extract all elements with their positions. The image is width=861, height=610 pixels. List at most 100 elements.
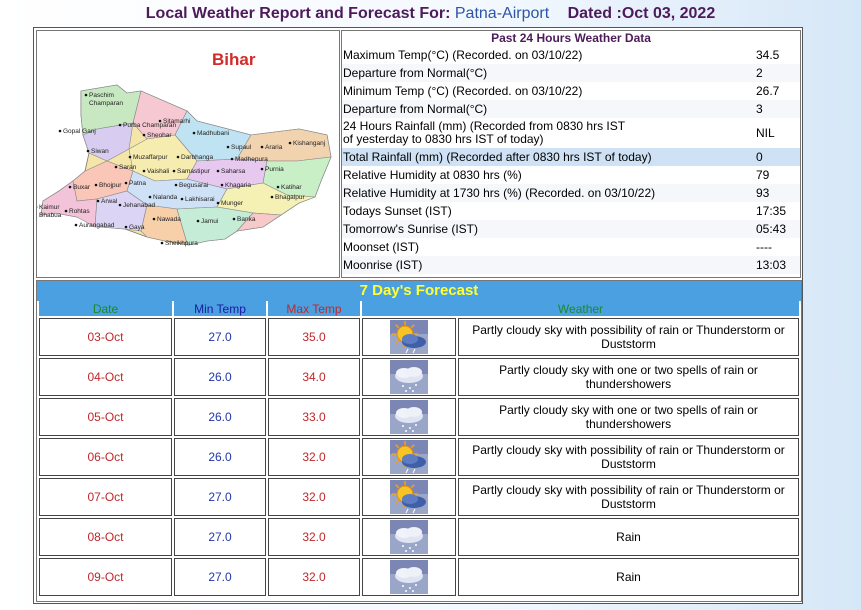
forecast-row: 08-Oct 27.0 32.0 Rain: [39, 518, 799, 556]
district-label: Arwal: [101, 198, 118, 205]
district-label: Sheohar: [147, 132, 172, 139]
col-header-weather: Weather: [362, 301, 799, 316]
district-marker: [158, 119, 162, 123]
district-marker: [86, 149, 90, 153]
past-row-24h-rainfall: 24 Hours Rainfall (mm) (Recorded from 08…: [342, 118, 800, 148]
forecast-body: 03-Oct 27.0 35.0 Partly cloudy sky with pos…: [39, 318, 799, 596]
past-label: Departure from Normal(°C): [343, 101, 488, 116]
district-label: Nawada: [157, 216, 181, 223]
forecast-max-temp: 32.0: [268, 558, 360, 596]
district-marker: [226, 145, 230, 149]
past-value: 26.7: [756, 84, 780, 98]
forecast-weather-text: Rain: [458, 558, 799, 596]
forecast-min-temp: 26.0: [174, 438, 266, 476]
past-label: 24 Hours Rainfall (mm) (Recorded from 08…: [342, 120, 756, 146]
district-marker: [114, 165, 118, 169]
sun-cloud-rain-icon: [390, 320, 428, 354]
district-marker: [192, 131, 196, 135]
district-marker: [124, 181, 128, 185]
district-label: Purnia: [265, 166, 284, 173]
district-label: Aurangabad: [79, 222, 115, 229]
district-label: Rohtas: [69, 208, 90, 215]
district-marker: [270, 195, 274, 199]
district-label: Supaul: [231, 144, 252, 151]
district-marker: [128, 155, 132, 159]
forecast-row: 05-Oct 26.0 33.0 Partly cloudy sky with one…: [39, 398, 799, 436]
past-label: Todays Sunset (IST): [343, 203, 452, 218]
forecast-row: 07-Oct 27.0 32.0 Partly cloudy sky with pos…: [39, 478, 799, 516]
past-row-min-departure: Departure from Normal(°C) 3: [342, 100, 800, 118]
district-label: Madhubani: [197, 130, 229, 137]
past-label: Minimum Temp (°C) (Recorded. on 03/10/22…: [343, 83, 583, 98]
district-label: Khagaria: [225, 182, 251, 189]
district-marker: [118, 123, 122, 127]
forecast-date: 09-Oct: [39, 558, 172, 596]
cloud-rain-icon: [390, 520, 428, 554]
district-label: Saran: [119, 164, 137, 171]
forecast-weather-text: Rain: [458, 518, 799, 556]
past-label: Moonrise (IST): [343, 257, 423, 272]
past-row-sunset: Todays Sunset (IST) 17:35: [342, 202, 800, 220]
forecast-min-temp: 27.0: [174, 518, 266, 556]
past-value: 34.5: [756, 48, 780, 62]
forecast-max-temp: 35.0: [268, 318, 360, 356]
forecast-panel: 7 Day's Forecast Date Min Temp Max Temp …: [36, 280, 802, 602]
forecast-min-temp: 26.0: [174, 358, 266, 396]
forecast-weather-text: Partly cloudy sky with possibility of ra…: [458, 318, 799, 356]
past-label-line2: of yesterday to 0830 hrs IST of today): [343, 132, 544, 146]
forecast-icon-cell: [362, 318, 456, 356]
district-label: Siwan: [91, 148, 109, 155]
forecast-min-temp: 27.0: [174, 318, 266, 356]
district-marker: [160, 241, 164, 245]
bihar-map-panel: Bihar Paschim Champaran Purba Champaran Sit…: [34, 30, 340, 278]
forecast-min-temp: 26.0: [174, 398, 266, 436]
district-label: Gaya: [129, 224, 145, 231]
past-label: Moonset (IST): [343, 239, 420, 254]
sun-cloud-rain-icon: [390, 440, 428, 474]
past-value: 93: [756, 186, 770, 200]
district-label: Lakhisarai: [185, 196, 215, 203]
district-label: Nalanda: [153, 194, 178, 201]
district-label: Jehanabad: [123, 202, 156, 209]
forecast-title: 7 Day's Forecast: [37, 281, 801, 301]
forecast-icon-cell: [362, 358, 456, 396]
header-location: Patna-Airport: [454, 5, 550, 22]
page-header: Local Weather Report and Forecast For: P…: [0, 5, 861, 23]
district-marker: [124, 225, 128, 229]
past-row-min-temp: Minimum Temp (°C) (Recorded. on 03/10/22…: [342, 82, 800, 100]
forecast-date: 07-Oct: [39, 478, 172, 516]
district-marker: [94, 183, 98, 187]
forecast-weather-text: Partly cloudy sky with one or two spells…: [458, 398, 799, 436]
district-label: Vaishali: [147, 168, 169, 175]
forecast-max-temp: 34.0: [268, 358, 360, 396]
col-header-max-temp: Max Temp: [268, 301, 360, 316]
forecast-max-temp: 32.0: [268, 478, 360, 516]
district-label: Bhagalpur: [275, 194, 305, 201]
past-label: Relative Humidity at 0830 hrs (%): [343, 167, 522, 182]
district-marker: [152, 217, 156, 221]
forecast-weather-text: Partly cloudy sky with possibility of ra…: [458, 438, 799, 476]
district-marker: [64, 209, 68, 213]
district-marker: [276, 185, 280, 189]
past-row-sunrise: Tomorrow's Sunrise (IST) 05:43: [342, 220, 800, 238]
header-date: Dated :Oct 03, 2022: [567, 5, 716, 22]
district-label: Munger: [221, 200, 244, 207]
map-state-title: Bihar: [212, 50, 256, 69]
district-marker: [216, 201, 220, 205]
past-label: Relative Humidity at 1730 hrs (%) (Recor…: [343, 185, 656, 200]
past-label: Tomorrow's Sunrise (IST): [343, 221, 478, 236]
forecast-min-temp: 27.0: [174, 558, 266, 596]
past-row-moonset: Moonset (IST) ----: [342, 238, 800, 256]
past-row-rh-0830: Relative Humidity at 0830 hrs (%) 79: [342, 166, 800, 184]
cloud-rain-icon: [390, 360, 428, 394]
district-label: Banka: [237, 216, 256, 223]
forecast-icon-cell: [362, 478, 456, 516]
col-header-date: Date: [39, 301, 172, 316]
forecast-date: 08-Oct: [39, 518, 172, 556]
forecast-row: 06-Oct 26.0 32.0 Partly cloudy sky with pos…: [39, 438, 799, 476]
district-label: Saharsa: [221, 168, 246, 175]
district-marker: [74, 223, 78, 227]
district-marker: [220, 183, 224, 187]
forecast-row: 03-Oct 27.0 35.0 Partly cloudy sky with pos…: [39, 318, 799, 356]
district-marker: [216, 169, 220, 173]
